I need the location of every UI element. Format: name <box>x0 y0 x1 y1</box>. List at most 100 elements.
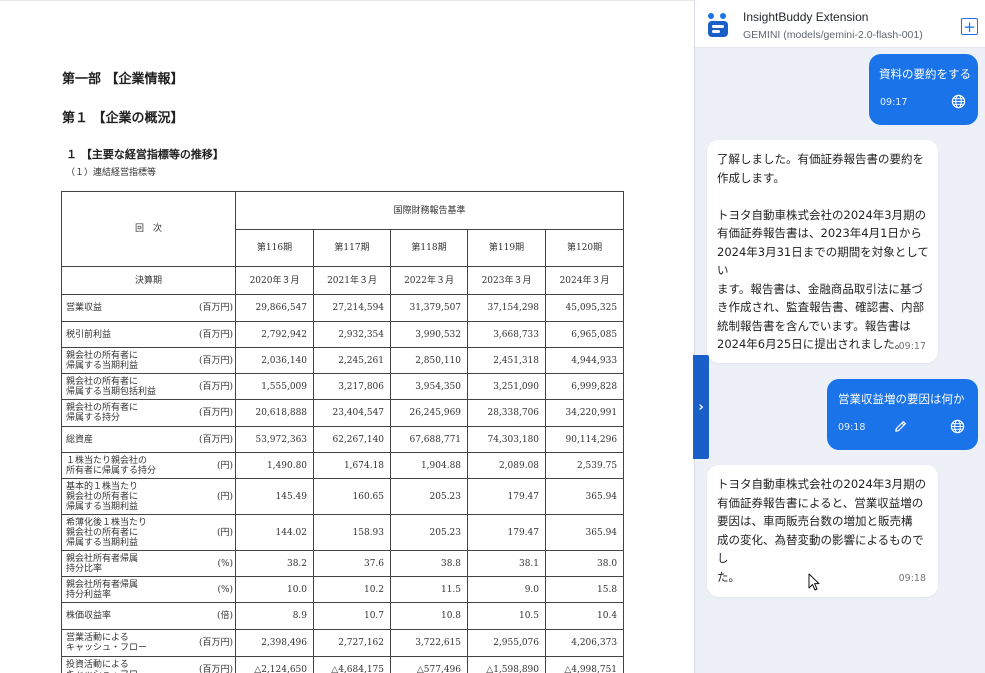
row-unit: (百万円) <box>191 426 237 453</box>
accounting-standard-header: 国際財務報告基準 <box>235 191 625 230</box>
table-cell: 2,245,261 <box>313 347 392 374</box>
table-cell: 205.23 <box>390 514 469 551</box>
table-cell: 38.1 <box>467 550 547 577</box>
table-cell: △1,598,890 <box>467 656 547 673</box>
table-cell: 2,727,162 <box>313 629 392 657</box>
period-header: 第118期 <box>390 229 469 267</box>
table-cell: 3,668,733 <box>467 321 547 348</box>
table-cell: 10.0 <box>235 576 315 603</box>
extension-panel: InsightBuddy Extension GEMINI (models/ge… <box>694 0 985 673</box>
table-cell: 27,214,594 <box>313 294 392 322</box>
row-label: 希薄化後１株当たり 親会社の所有者に 帰属する当期利益 <box>61 514 192 551</box>
table-cell: 26,245,969 <box>390 399 469 427</box>
document-viewer[interactable]: 第一部 【企業情報】 第１ 【企業の概況】 １ 【主要な経営指標等の推移】 （１… <box>0 0 694 673</box>
table-cell: 3,217,806 <box>313 373 392 400</box>
table-cell: 11.5 <box>390 576 469 603</box>
part-heading: 第一部 【企業情報】 <box>62 72 184 87</box>
message-text: 了解しました。有価証券報告書の要約を 作成します。 トヨタ自動車株式会社の202… <box>717 152 929 351</box>
translate-globe-icon[interactable] <box>951 94 966 109</box>
user-message: 資料の要約をする 09:17 <box>869 54 978 125</box>
table-cell: 2,398,496 <box>235 629 315 657</box>
table-cell: 6,965,085 <box>545 321 625 348</box>
period-header: 第120期 <box>545 229 625 267</box>
table-cell: 144.02 <box>235 514 315 551</box>
financial-indicators-table: 回 次 国際財務報告基準 第116期 第117期 第118期 第119期 第12… <box>60 191 625 673</box>
table-cell: 8.9 <box>235 602 315 630</box>
table-cell: 3,990,532 <box>390 321 469 348</box>
table-cell: 2,955,076 <box>467 629 547 657</box>
app-logo-icon <box>708 13 728 37</box>
table-cell: 20,618,888 <box>235 399 315 427</box>
table-row: 営業収益 (百万円) 29,866,547 27,214,594 31,379,507 3… <box>61 294 625 322</box>
table-row: 税引前利益 (百万円) 2,792,942 2,932,354 3,990,532 3,6… <box>61 321 625 348</box>
row-unit: (円) <box>191 478 237 515</box>
fiscal-year: 2022年３月 <box>390 266 469 295</box>
table-cell: 31,379,507 <box>390 294 469 322</box>
row-unit: (百万円) <box>191 347 237 374</box>
message-time: 09:18 <box>898 573 926 584</box>
table-row: 総資産 (百万円) 53,972,363 62,267,140 67,688,771 74… <box>61 426 625 453</box>
table-cell: 3,251,090 <box>467 373 547 400</box>
row-label: 税引前利益 <box>61 321 192 348</box>
message-text: トヨタ自動車株式会社の2024年3月期の 有価証券報告書によると、営業収益増の … <box>717 477 927 584</box>
table-cell: 62,267,140 <box>313 426 392 453</box>
row-unit: (%) <box>191 550 237 577</box>
table-row: 基本的１株当たり 親会社の所有者に 帰属する当期利益 (円) 145.49 160.6… <box>61 478 625 515</box>
table-cell: 10.4 <box>545 602 625 630</box>
table-row: 親会社の所有者に 帰属する当期包括利益 (百万円) 1,555,009 3,217,8… <box>61 373 625 400</box>
table-cell: 2,792,942 <box>235 321 315 348</box>
fiscal-year: 2024年３月 <box>545 266 625 295</box>
table-cell: 2,089.08 <box>467 452 547 479</box>
row-unit: (百万円) <box>191 373 237 400</box>
table-cell: △577,496 <box>390 656 469 673</box>
row-label: 親会社所有者帰属 持分利益率 <box>61 576 192 603</box>
table-cell: 90,114,296 <box>545 426 625 453</box>
table-cell: △4,684,175 <box>313 656 392 673</box>
table-row: 親会社の所有者に 帰属する当期利益 (百万円) 2,036,140 2,245,261… <box>61 347 625 374</box>
new-chat-button[interactable]: + <box>961 18 978 35</box>
table-row: １株当たり親会社の 所有者に帰属する持分 (円) 1,490.80 1,674.18 1… <box>61 452 625 479</box>
table-row: 希薄化後１株当たり 親会社の所有者に 帰属する当期利益 (円) 144.02 158.… <box>61 514 625 551</box>
period-header: 第119期 <box>467 229 547 267</box>
table-cell: 160.65 <box>313 478 392 515</box>
row-label: 親会社の所有者に 帰属する当期包括利益 <box>61 373 192 400</box>
row-label: 総資産 <box>61 426 192 453</box>
table-cell: 2,539.75 <box>545 452 625 479</box>
table-cell: 38.2 <box>235 550 315 577</box>
table-row: 投資活動による キャッシュ・フロー(百万円)△2,124,650△4,684,1… <box>61 656 625 673</box>
table-cell: 67,688,771 <box>390 426 469 453</box>
table-cell: 37,154,298 <box>467 294 547 322</box>
table-cell: 1,904.88 <box>390 452 469 479</box>
table-cell: 4,206,373 <box>545 629 625 657</box>
table-row: 営業活動による キャッシュ・フロー (百万円) 2,398,496 2,727,162… <box>61 629 625 657</box>
message-time: 09:17 <box>880 97 908 108</box>
table-row: 親会社所有者帰属 持分利益率 (%) 10.0 10.2 11.5 9.0 15.8 <box>61 576 625 603</box>
table-cell: 38.0 <box>545 550 625 577</box>
period-header: 第116期 <box>235 229 315 267</box>
table-cell: 1,555,009 <box>235 373 315 400</box>
row-unit: (百万円) <box>191 321 237 348</box>
table-cell: 10.5 <box>467 602 547 630</box>
table-cell: 179.47 <box>467 478 547 515</box>
translate-globe-icon[interactable] <box>950 419 965 434</box>
edit-pencil-icon[interactable] <box>893 419 908 434</box>
app-title: InsightBuddy Extension <box>743 10 869 24</box>
table-cell: 179.47 <box>467 514 547 551</box>
message-text: 営業収益増の要因は何か <box>838 392 965 406</box>
fiscal-year: 2020年３月 <box>235 266 315 295</box>
model-name: GEMINI (models/gemini-2.0-flash-001) <box>743 29 923 41</box>
table-cell: 29,866,547 <box>235 294 315 322</box>
table-row: 親会社所有者帰属 持分比率 (%) 38.2 37.6 38.8 38.1 38.0 <box>61 550 625 577</box>
table-cell: 23,404,547 <box>313 399 392 427</box>
row-unit: (円) <box>191 452 237 479</box>
table-cell: 37.6 <box>313 550 392 577</box>
mouse-cursor-icon <box>808 573 820 591</box>
table-cell: 158.93 <box>313 514 392 551</box>
table-body: 営業収益 (百万円) 29,866,547 27,214,594 31,379,507 3… <box>61 294 625 673</box>
collapse-panel-button[interactable]: › <box>693 355 709 459</box>
fiscal-year-row: 決算期 2020年３月 2021年３月 2022年３月 2023年３月 2024… <box>60 266 625 295</box>
table-cell: 205.23 <box>390 478 469 515</box>
table-cell: 365.94 <box>545 514 625 551</box>
table-cell: 3,954,350 <box>390 373 469 400</box>
row-label: 投資活動による キャッシュ・フロー <box>61 656 192 673</box>
